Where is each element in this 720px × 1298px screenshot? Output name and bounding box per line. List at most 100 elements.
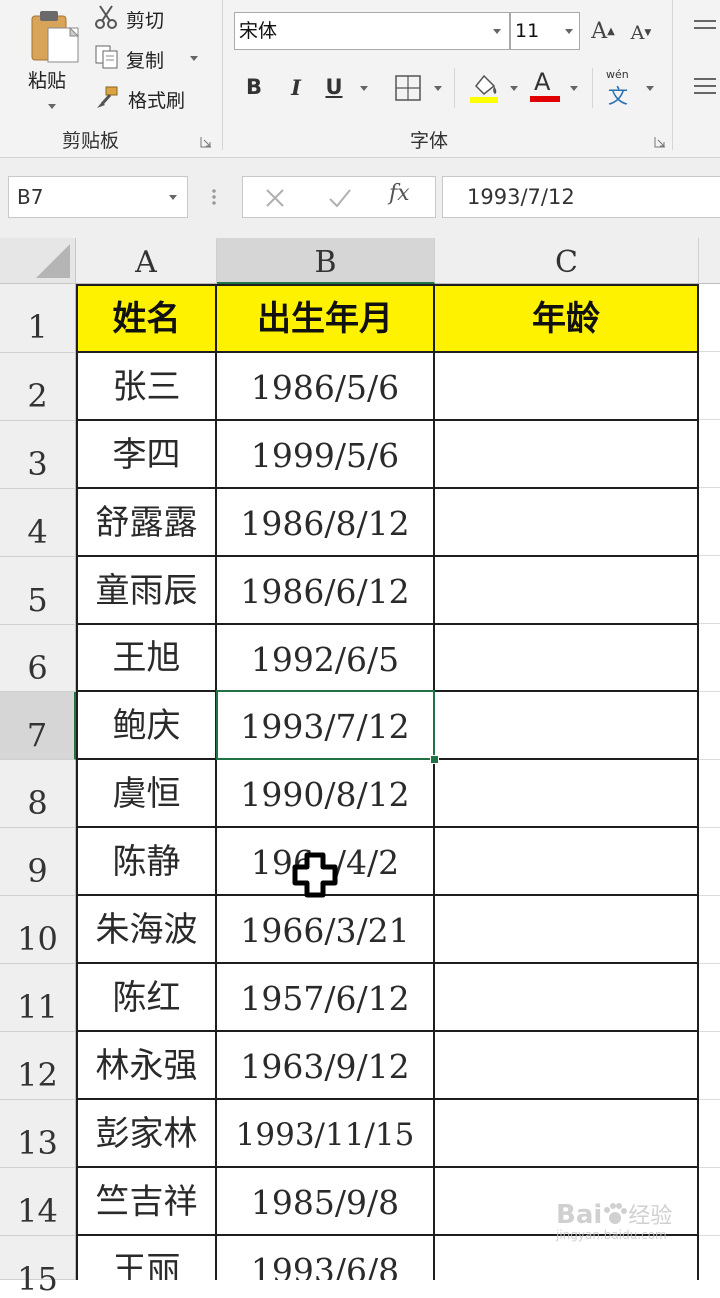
bold-button[interactable]: B: [240, 72, 268, 102]
font-name-dropdown-icon[interactable]: [493, 29, 501, 34]
header-cell-name[interactable]: 姓名: [78, 286, 217, 353]
birth-date-cell[interactable]: 1990/8/12: [217, 760, 435, 828]
underline-button[interactable]: U: [320, 72, 348, 102]
age-cell[interactable]: [435, 692, 699, 760]
column-header-b[interactable]: B: [217, 238, 435, 284]
name-cell[interactable]: 王丽: [78, 1236, 217, 1280]
font-name-select[interactable]: 宋体: [234, 12, 510, 50]
borders-icon[interactable]: [394, 74, 422, 102]
column-header-d[interactable]: [699, 238, 720, 284]
row-header[interactable]: 13: [0, 1100, 76, 1168]
row-header[interactable]: 9: [0, 828, 76, 896]
name-cell[interactable]: 张三: [78, 353, 217, 421]
formula-input[interactable]: 1993/7/12: [442, 176, 720, 218]
formula-bar-grip-icon[interactable]: [212, 188, 216, 206]
name-cell[interactable]: 舒露露: [78, 489, 217, 557]
birth-date-cell[interactable]: 1999/5/6: [217, 421, 435, 489]
row-header[interactable]: 4: [0, 489, 76, 557]
name-cell[interactable]: 虞恒: [78, 760, 217, 828]
font-size-select[interactable]: 11: [510, 12, 580, 50]
row-header[interactable]: 12: [0, 1032, 76, 1100]
font-color-dropdown-icon[interactable]: [570, 86, 578, 91]
row-header[interactable]: 14: [0, 1168, 76, 1236]
select-all-corner[interactable]: [0, 238, 76, 284]
font-dialog-launcher-icon[interactable]: [654, 136, 666, 148]
row-header[interactable]: 1: [0, 284, 76, 353]
age-cell[interactable]: [435, 1032, 699, 1100]
name-box[interactable]: B7: [8, 176, 188, 218]
row-header[interactable]: 7: [0, 692, 76, 760]
name-cell[interactable]: 林永强: [78, 1032, 217, 1100]
age-cell[interactable]: [435, 489, 699, 557]
name-cell[interactable]: 鲍庆: [78, 692, 217, 760]
birth-date-cell[interactable]: 1986/8/12: [217, 489, 435, 557]
fill-color-icon[interactable]: [468, 70, 500, 104]
enter-check-icon[interactable]: [327, 186, 353, 210]
format-painter-button[interactable]: 格式刷: [94, 84, 204, 114]
age-cell[interactable]: [435, 557, 699, 625]
header-cell-birth[interactable]: 出生年月: [217, 286, 435, 353]
paste-button[interactable]: 粘贴: [22, 4, 84, 112]
insert-function-icon[interactable]: fx: [389, 181, 410, 206]
age-cell[interactable]: [435, 625, 699, 692]
name-cell[interactable]: 朱海波: [78, 896, 217, 964]
birth-date-cell[interactable]: 1993/11/15: [217, 1100, 435, 1168]
name-cell[interactable]: 王旭: [78, 625, 217, 692]
italic-button[interactable]: I: [282, 72, 310, 102]
row-header[interactable]: 10: [0, 896, 76, 964]
birth-date-cell[interactable]: 1963/9/12: [217, 1032, 435, 1100]
birth-date-cell[interactable]: 1985/9/8: [217, 1168, 435, 1236]
birth-date-cell[interactable]: 1993/6/8: [217, 1236, 435, 1280]
age-cell[interactable]: [435, 353, 699, 421]
align-left-icon[interactable]: [692, 76, 718, 96]
fill-color-dropdown-icon[interactable]: [510, 86, 518, 91]
name-cell[interactable]: 陈红: [78, 964, 217, 1032]
age-cell[interactable]: [435, 896, 699, 964]
name-cell[interactable]: 童雨辰: [78, 557, 217, 625]
column-d-area[interactable]: [699, 284, 720, 1280]
phonetic-guide-button[interactable]: wén 文: [604, 66, 636, 108]
row-header[interactable]: 11: [0, 964, 76, 1032]
copy-button[interactable]: 复制: [94, 44, 204, 74]
font-color-button[interactable]: A: [530, 68, 560, 104]
clipboard-dialog-launcher-icon[interactable]: [200, 136, 212, 148]
age-cell[interactable]: [435, 760, 699, 828]
birth-date-cell[interactable]: 1966/3/21: [217, 896, 435, 964]
column-header-c[interactable]: C: [435, 238, 699, 284]
row-header[interactable]: 15: [0, 1236, 76, 1298]
name-cell[interactable]: 陈静: [78, 828, 217, 896]
header-cell-age[interactable]: 年龄: [435, 286, 699, 353]
birth-date-cell[interactable]: 1957/6/12: [217, 964, 435, 1032]
row-header[interactable]: 3: [0, 421, 76, 489]
column-header-a[interactable]: A: [76, 238, 217, 284]
font-size-dropdown-icon[interactable]: [565, 29, 573, 34]
row-header[interactable]: 5: [0, 557, 76, 625]
age-cell[interactable]: [435, 1100, 699, 1168]
cut-button[interactable]: 剪切: [94, 4, 204, 34]
name-box-dropdown-icon[interactable]: [169, 195, 177, 200]
paste-dropdown-icon[interactable]: [48, 104, 56, 109]
row-header[interactable]: 2: [0, 353, 76, 421]
age-cell[interactable]: [435, 1236, 699, 1280]
decrease-font-size-icon[interactable]: A ▼: [628, 18, 654, 48]
birth-date-cell-selected[interactable]: 1993/7/12: [217, 692, 435, 760]
underline-dropdown-icon[interactable]: [360, 86, 368, 91]
cancel-icon[interactable]: [263, 186, 287, 210]
name-cell[interactable]: 竺吉祥: [78, 1168, 217, 1236]
align-top-icon[interactable]: [692, 18, 718, 38]
name-cell[interactable]: 李四: [78, 421, 217, 489]
increase-font-size-icon[interactable]: A ▲: [590, 16, 616, 46]
age-cell[interactable]: [435, 421, 699, 489]
age-cell[interactable]: [435, 828, 699, 896]
age-cell[interactable]: [435, 964, 699, 1032]
row-header[interactable]: 8: [0, 760, 76, 828]
copy-dropdown-icon[interactable]: [190, 56, 198, 61]
birth-date-cell[interactable]: 1986/6/12: [217, 557, 435, 625]
borders-dropdown-icon[interactable]: [434, 86, 442, 91]
name-cell[interactable]: 彭家林: [78, 1100, 217, 1168]
phonetic-dropdown-icon[interactable]: [646, 86, 654, 91]
row-header[interactable]: 6: [0, 625, 76, 692]
birth-date-cell[interactable]: 1992/6/5: [217, 625, 435, 692]
fill-handle[interactable]: [430, 755, 439, 764]
birth-date-cell[interactable]: 1986/5/6: [217, 353, 435, 421]
